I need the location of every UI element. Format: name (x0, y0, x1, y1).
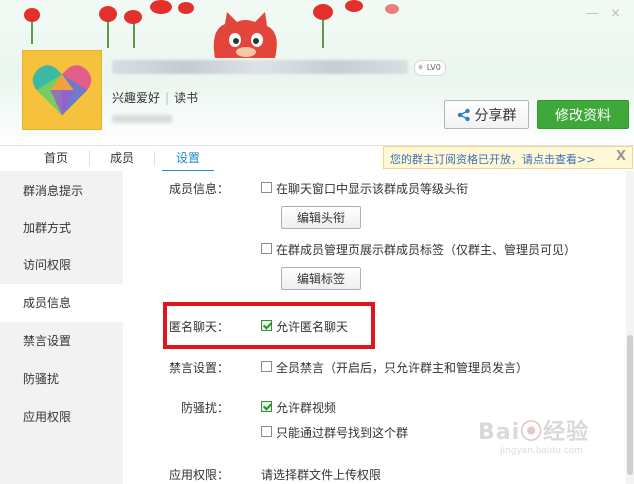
tab-home[interactable]: 首页 (30, 146, 82, 171)
watermark-logo: Bai⦿经验 (478, 420, 590, 445)
tag-separator: | (165, 91, 170, 105)
level-badge-text: LV0 (426, 63, 441, 72)
notice-close-button[interactable]: X (616, 149, 626, 164)
tab-divider (154, 151, 155, 166)
group-banner: — × ♦ LV0 兴趣爱好 | 读书 分享群 修改资料 (0, 0, 634, 145)
share-icon (457, 108, 470, 121)
sidebar-item-anti-harass[interactable]: 防骚扰 (0, 360, 123, 398)
flower-decoration (124, 10, 142, 24)
edit-profile-button[interactable]: 修改资料 (537, 100, 629, 129)
sidebar-item-join-method[interactable]: 加群方式 (0, 209, 123, 247)
subscription-notice[interactable]: 您的群主订阅资格已开放，请点击查看>> X (383, 146, 633, 169)
group-avatar[interactable] (22, 50, 102, 130)
sidebar-item-access[interactable]: 访问权限 (0, 246, 123, 284)
allow-video-text[interactable]: 允许群视频 (276, 399, 336, 416)
flower-decoration (150, 0, 172, 14)
sidebar-item-app-permission[interactable]: 应用权限 (0, 398, 123, 436)
level-badge: ♦ LV0 (414, 60, 446, 76)
settings-sidebar: 群消息提示 加群方式 访问权限 成员信息 禁言设置 防骚扰 应用权限 (0, 171, 123, 484)
cartoon-fox-illustration (213, 12, 277, 58)
highlight-box (163, 302, 375, 349)
share-group-button[interactable]: 分享群 (444, 100, 529, 129)
heart-avatar-icon (32, 65, 92, 116)
show-tags-checkbox[interactable] (261, 243, 272, 254)
edit-tags-button[interactable]: 编辑标签 (281, 267, 361, 290)
flower-decoration (24, 8, 40, 22)
only-by-number-text[interactable]: 只能通过群号找到这个群 (276, 424, 408, 441)
flower-decoration (99, 6, 117, 22)
mute-all-checkbox[interactable] (261, 361, 272, 372)
sidebar-item-mute[interactable]: 禁言设置 (0, 322, 123, 360)
tab-settings[interactable]: 设置 (162, 146, 214, 172)
flower-decoration (313, 4, 333, 20)
mute-all-text[interactable]: 全员禁言（开启后，只允许群主和管理员发言） (276, 359, 528, 376)
show-tags-text[interactable]: 在群成员管理页展示群成员标签（仅群主、管理员可见） (276, 241, 576, 258)
app-permission-text: 请选择群文件上传权限 (261, 468, 382, 482)
flame-icon: ♦ (417, 63, 425, 72)
sidebar-item-member-info[interactable]: 成员信息 (0, 284, 123, 322)
watermark-url: jingyan.baidu.com (500, 446, 584, 456)
sidebar-item-message-alert[interactable]: 群消息提示 (0, 172, 123, 210)
allow-video-checkbox[interactable] (261, 401, 272, 412)
share-group-label: 分享群 (474, 107, 517, 124)
group-info-redacted (112, 115, 172, 123)
notice-text[interactable]: 您的群主订阅资格已开放，请点击查看>> (390, 151, 595, 167)
show-title-checkbox[interactable] (261, 182, 272, 193)
show-title-text[interactable]: 在聊天窗口中显示该群成员等级头衔 (276, 180, 468, 197)
close-button[interactable]: × (610, 6, 621, 21)
tag-interest[interactable]: 兴趣爱好 (112, 91, 160, 105)
group-name-redacted (112, 60, 408, 74)
tag-reading[interactable]: 读书 (174, 91, 198, 105)
only-by-number-checkbox[interactable] (261, 426, 272, 437)
tab-divider (89, 151, 90, 166)
scrollbar-thumb[interactable] (627, 335, 633, 475)
edit-title-button[interactable]: 编辑头衔 (281, 206, 361, 229)
group-tags: 兴趣爱好 | 读书 (112, 89, 198, 106)
flower-decoration (345, 0, 363, 12)
flower-decoration (178, 2, 194, 14)
flower-decoration (385, 4, 399, 14)
minimize-button[interactable]: — (586, 6, 599, 21)
anti-harass-label: 防骚扰： (180, 401, 229, 415)
app-permission-label: 应用权限： (168, 468, 229, 482)
tab-members[interactable]: 成员 (96, 146, 148, 171)
member-info-label: 成员信息： (168, 182, 229, 196)
mute-settings-label: 禁言设置： (168, 361, 229, 375)
